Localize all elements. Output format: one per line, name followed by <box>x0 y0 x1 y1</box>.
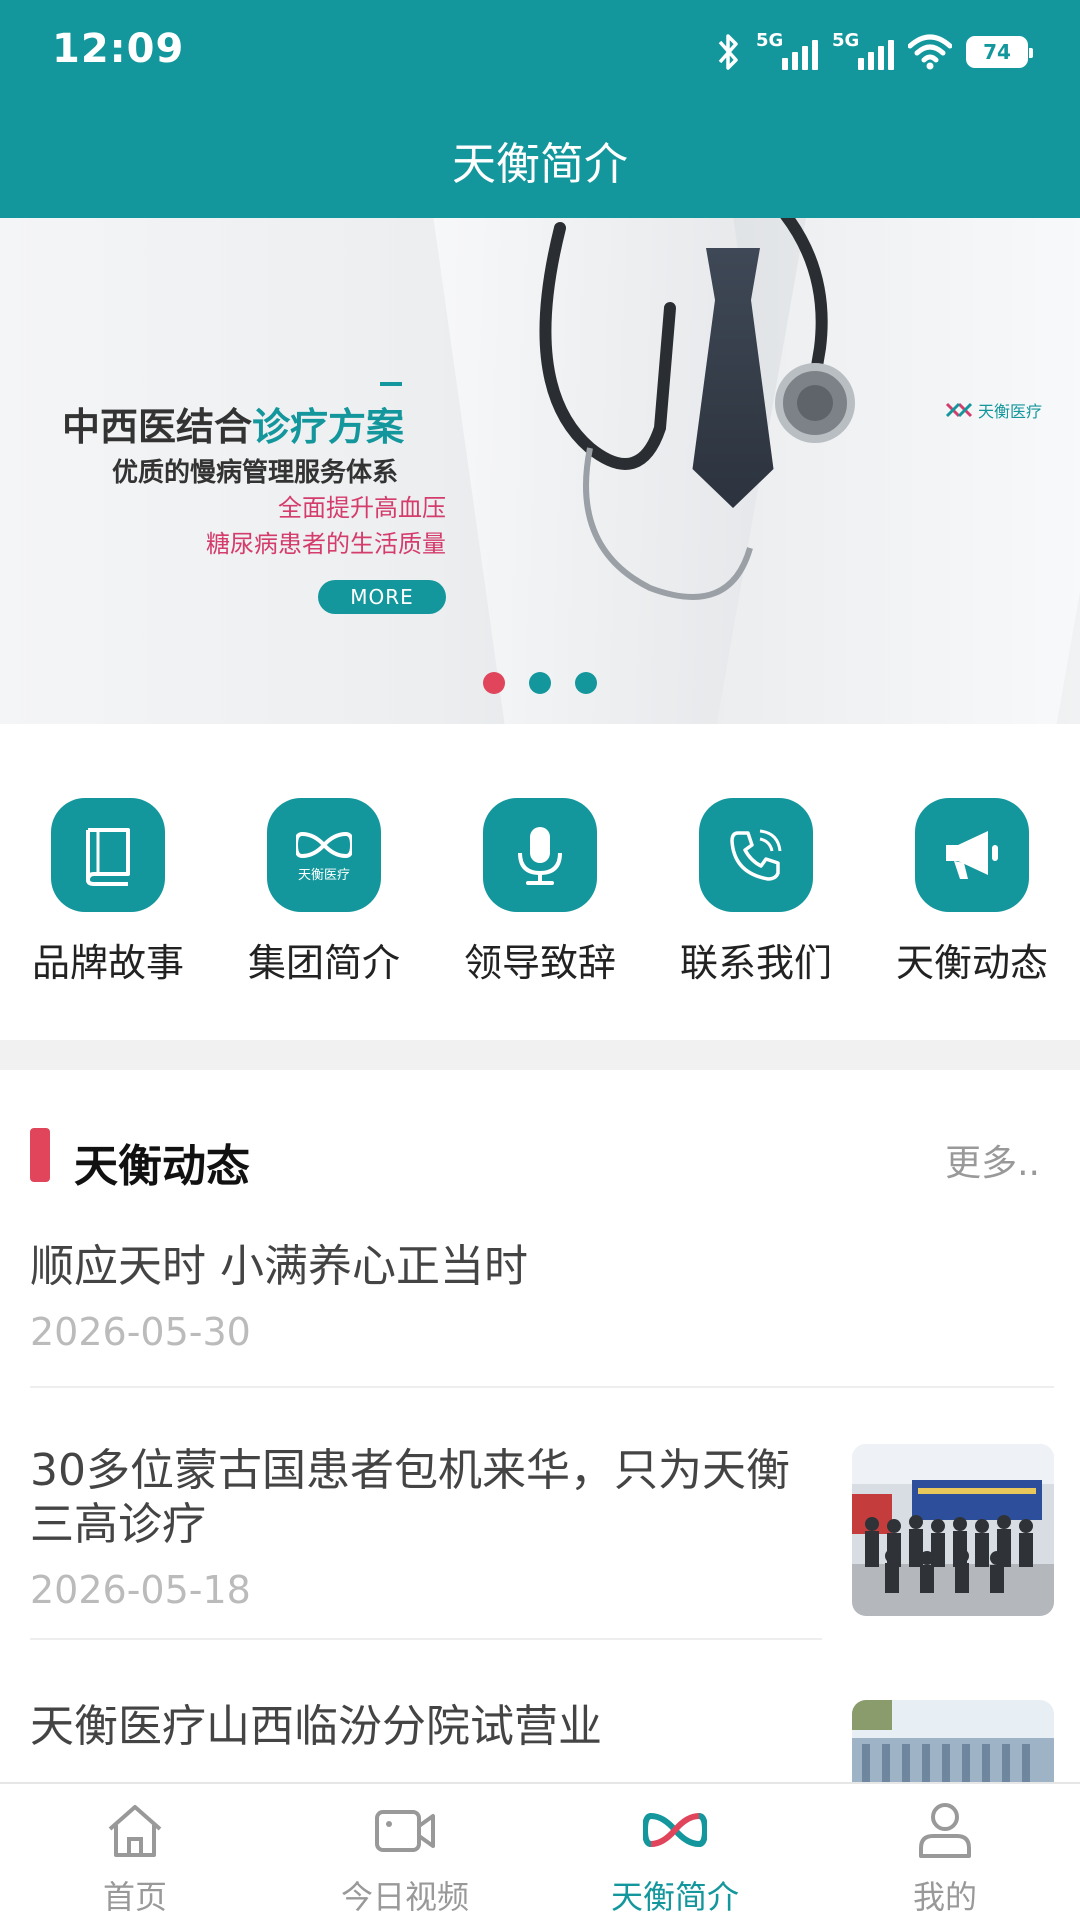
microphone-icon <box>483 798 597 912</box>
banner-carousel[interactable]: 中西医结合诊疗方案 优质的慢病管理服务体系 全面提升高血压 糖尿病患者的生活质量… <box>0 218 1080 724</box>
tab-label: 今日视频 <box>340 1878 469 1916</box>
banner-logo-text: 天衡医疗 <box>978 402 1043 421</box>
news-item[interactable]: 天衡医疗山西临汾分院试营业 <box>30 1700 1054 1782</box>
tab-label: 天衡简介 <box>610 1878 739 1916</box>
banner-heading: 中西医结合诊疗方案 <box>62 382 405 451</box>
carousel-dot[interactable] <box>575 672 597 694</box>
tab-label: 我的 <box>912 1878 977 1916</box>
bottom-tab-bar: 首页 今日视频 天衡简介 我的 <box>0 1782 1080 1920</box>
app-header: 12:09 5G 5G 74 天衡简介 <box>0 0 1080 218</box>
page-title: 天衡简介 <box>452 139 628 190</box>
carousel-dot[interactable] <box>529 672 551 694</box>
tab-today-video[interactable]: 今日视频 <box>270 1784 540 1920</box>
book-icon <box>51 798 165 912</box>
signal-icon: 5G <box>832 30 894 72</box>
banner-subheading: 优质的慢病管理服务体系 <box>112 458 399 488</box>
tab-home[interactable]: 首页 <box>0 1784 270 1920</box>
home-icon <box>103 1798 167 1862</box>
news-item[interactable]: 顺应天时 小满养心正当时 2026-05-30 <box>30 1240 1054 1388</box>
carousel-indicator <box>0 672 1080 694</box>
user-icon <box>913 1798 977 1862</box>
tianheng-logo-icon <box>945 402 973 418</box>
news-title: 30多位蒙古国患者包机来华，只为天衡三高诊疗 <box>30 1445 790 1550</box>
network-type: 5G <box>832 30 860 51</box>
quick-item-news[interactable]: 天衡动态 <box>872 798 1072 987</box>
quick-item-leader-speech[interactable]: 领导致辞 <box>440 798 640 987</box>
banner-heading-prefix: 中西医结合 <box>62 405 253 449</box>
phone-icon <box>699 798 813 912</box>
news-item[interactable]: 30多位蒙古国患者包机来华，只为天衡三高诊疗 2026-05-18 <box>30 1444 1054 1640</box>
quick-item-label: 领导致辞 <box>463 941 616 985</box>
tab-tianheng-intro[interactable]: 天衡简介 <box>540 1784 810 1920</box>
divider <box>30 1638 822 1640</box>
banner-more-button[interactable]: MORE <box>318 580 446 614</box>
video-camera-icon <box>373 1798 437 1862</box>
battery-icon: 74 <box>966 36 1033 68</box>
news-title: 顺应天时 小满养心正当时 <box>30 1241 528 1292</box>
news-thumbnail <box>852 1700 1054 1782</box>
banner-tagline-line: 糖尿病患者的生活质量 <box>206 530 446 558</box>
quick-item-label: 联系我们 <box>679 941 832 985</box>
banner-logo: 天衡医疗 <box>944 398 1042 422</box>
quick-item-group-intro[interactable]: 天衡医疗 集团简介 <box>224 798 424 987</box>
tab-mine[interactable]: 我的 <box>810 1784 1080 1920</box>
carousel-dot-active[interactable] <box>483 672 505 694</box>
section-divider <box>0 1040 1080 1070</box>
status-icons: 5G 5G 74 <box>714 30 1033 74</box>
banner-heading-highlight: 诊疗方案 <box>252 405 405 449</box>
signal-icon: 5G <box>756 30 818 72</box>
news-section-header: 天衡动态 更多.. <box>0 1070 1080 1236</box>
status-time: 12:09 <box>52 26 185 72</box>
more-link[interactable]: 更多.. <box>945 1134 1040 1186</box>
quick-menu: 品牌故事 天衡医疗 集团简介 领导致辞 联系我们 天衡动态 <box>0 724 1080 1040</box>
news-date: 2026-05-30 <box>30 1310 251 1354</box>
quick-item-contact-us[interactable]: 联系我们 <box>656 798 856 987</box>
tianheng-logo-icon <box>643 1798 707 1862</box>
section-title: 天衡动态 <box>74 1141 250 1192</box>
quick-item-label: 天衡动态 <box>895 941 1048 985</box>
bluetooth-icon <box>718 34 738 70</box>
quick-item-label: 品牌故事 <box>31 941 184 985</box>
stethoscope-illustration <box>539 218 855 600</box>
banner-tagline: 全面提升高血压 糖尿病患者的生活质量 <box>206 490 446 562</box>
section-accent-bar <box>30 1128 50 1182</box>
wifi-icon <box>908 34 952 70</box>
news-thumbnail <box>852 1444 1054 1616</box>
banner-tagline-line: 全面提升高血压 <box>278 494 446 522</box>
tab-label: 首页 <box>102 1878 167 1916</box>
divider <box>30 1386 1054 1388</box>
quick-item-label: 集团简介 <box>247 941 400 985</box>
network-type: 5G <box>756 30 784 51</box>
quick-logo-text: 天衡医疗 <box>297 867 350 883</box>
tianheng-logo-icon: 天衡医疗 <box>267 798 381 912</box>
quick-item-brand-story[interactable]: 品牌故事 <box>8 798 208 987</box>
megaphone-icon <box>915 798 1029 912</box>
